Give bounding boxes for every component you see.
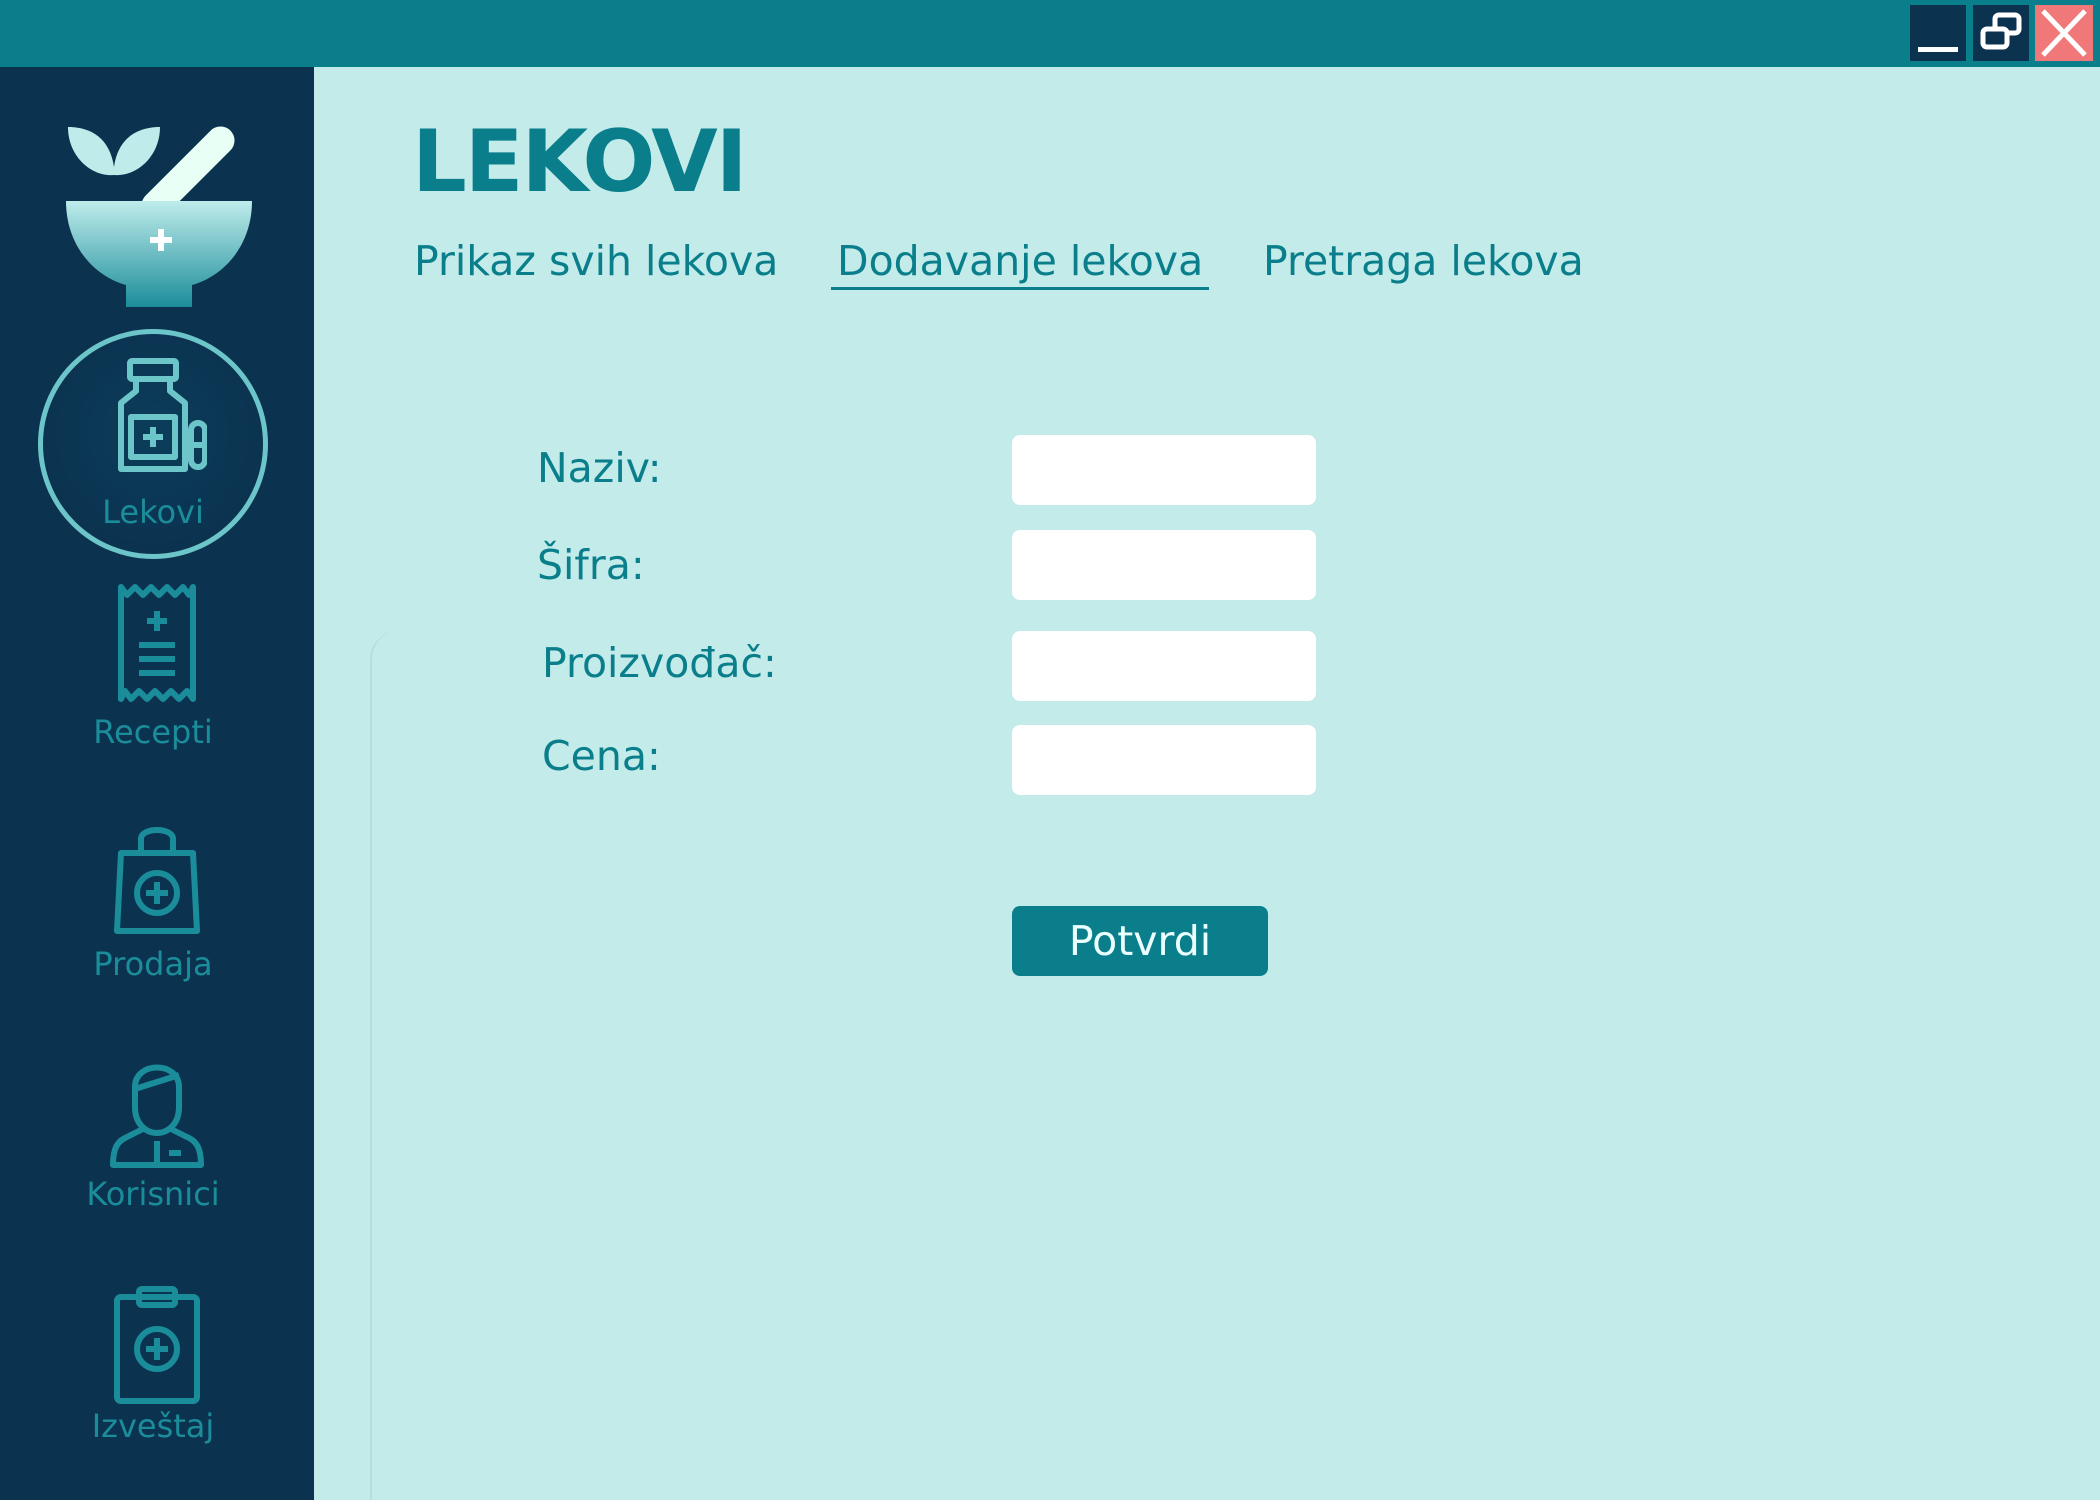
proizvodjac-label: Proizvođač: bbox=[542, 639, 777, 687]
sidebar-item-label: Izveštaj bbox=[91, 1407, 215, 1445]
user-icon bbox=[110, 1064, 204, 1168]
restore-button[interactable] bbox=[1973, 5, 2029, 61]
sidebar-item-prodaja[interactable]: Prodaja bbox=[0, 819, 314, 1019]
minimize-icon bbox=[1918, 47, 1958, 52]
naziv-input[interactable] bbox=[1012, 435, 1316, 505]
sidebar-item-recepti[interactable]: Recepti bbox=[0, 583, 314, 783]
proizvodjac-input[interactable] bbox=[1012, 631, 1316, 701]
sidebar-item-korisnici[interactable]: Korisnici bbox=[0, 1049, 314, 1249]
minimize-button[interactable] bbox=[1910, 5, 1966, 61]
restore-icon bbox=[1980, 12, 2022, 50]
cena-input[interactable] bbox=[1012, 725, 1316, 795]
sidebar-item-label: Prodaja bbox=[93, 945, 213, 983]
shopping-bag-icon bbox=[114, 827, 200, 934]
title-bar bbox=[0, 0, 2100, 67]
naziv-label: Naziv: bbox=[537, 444, 662, 492]
cena-label: Cena: bbox=[542, 732, 661, 780]
sifra-input[interactable] bbox=[1012, 530, 1316, 600]
clipboard-report-icon bbox=[114, 1286, 200, 1404]
close-button[interactable] bbox=[2035, 5, 2093, 61]
page-title: LEKOVI bbox=[412, 112, 748, 212]
potvrdi-button[interactable]: Potvrdi bbox=[1012, 906, 1268, 976]
medicine-bottle-icon bbox=[118, 358, 207, 472]
sifra-label: Šifra: bbox=[537, 541, 645, 589]
tab-pretraga-lekova[interactable]: Pretraga lekova bbox=[1263, 237, 1584, 285]
prescription-receipt-icon bbox=[118, 584, 196, 702]
sidebar-item-label: Korisnici bbox=[86, 1175, 220, 1213]
sidebar-item-izvestaj[interactable]: Izveštaj bbox=[0, 1285, 314, 1485]
tab-dodavanje-lekova[interactable]: Dodavanje lekova bbox=[831, 237, 1210, 290]
tab-prikaz-svih-lekova[interactable]: Prikaz svih lekova bbox=[414, 237, 778, 285]
sidebar-item-label: Recepti bbox=[93, 713, 213, 751]
sidebar-item-lekovi[interactable]: Lekovi bbox=[0, 357, 314, 557]
sidebar: Lekovi Recepti Prodaja Korisnici Izvešta… bbox=[0, 67, 314, 1500]
main-content: LEKOVI Prikaz svih lekova Dodavanje leko… bbox=[314, 67, 2100, 1500]
mortar-pestle-leaf-icon bbox=[66, 126, 252, 307]
sidebar-item-label: Lekovi bbox=[102, 493, 204, 531]
panel-edge-divider bbox=[370, 630, 402, 1500]
close-icon bbox=[2041, 9, 2087, 57]
